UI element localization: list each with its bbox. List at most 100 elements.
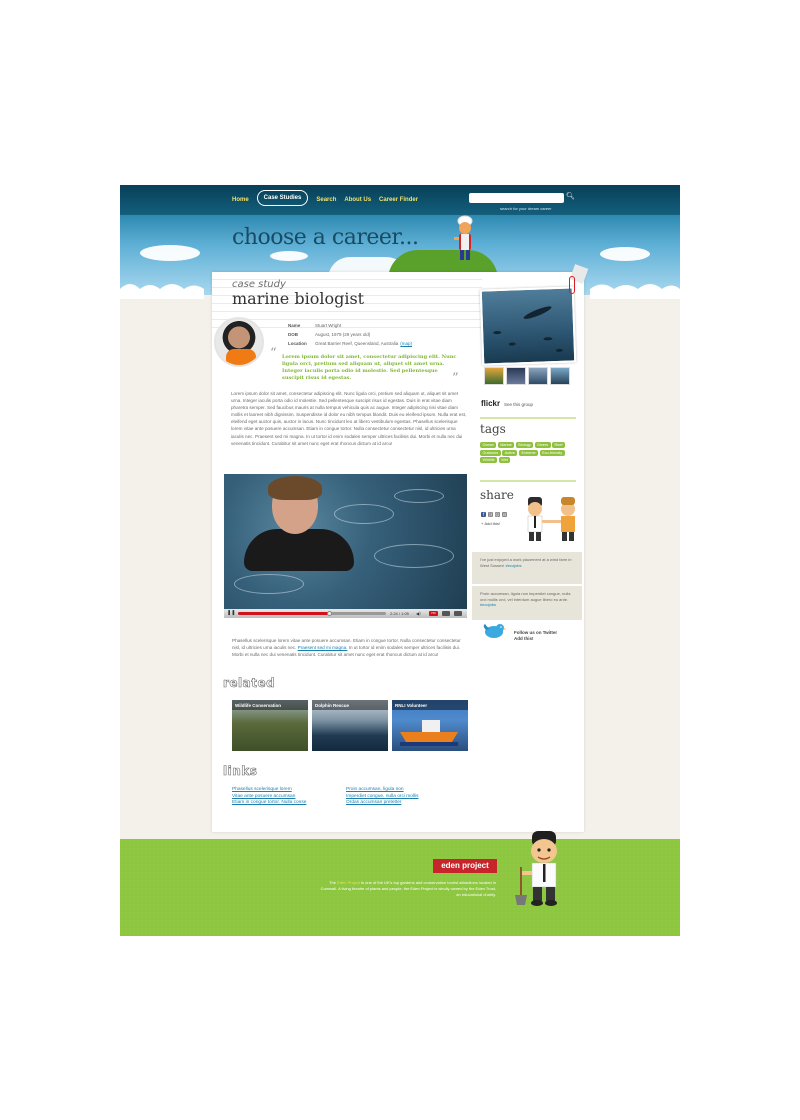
- eden-project-link[interactable]: Eden Project: [337, 880, 360, 885]
- swimmer-body: [244, 529, 354, 571]
- flickr-group-link[interactable]: See this group: [504, 402, 533, 407]
- share-icons: f )) ☺ ⊟: [481, 512, 507, 517]
- close-quote-icon: ”: [452, 371, 459, 386]
- nav-home[interactable]: Home: [232, 197, 249, 203]
- external-link[interactable]: Ordas accumsan pretetter: [346, 800, 419, 805]
- video-frame: [224, 474, 467, 610]
- tag[interactable]: Wildlife: [480, 457, 498, 463]
- related-card-label: Wildlife Conservation: [232, 700, 308, 710]
- fish-shape: [508, 342, 516, 346]
- underwater-photo: [481, 288, 575, 364]
- footer-text-a: The: [329, 880, 336, 885]
- related-card[interactable]: Dolphin Rescue: [312, 700, 388, 751]
- cloud-decoration: [140, 245, 200, 261]
- flickr-thumbnails: [484, 367, 570, 385]
- tweet-text: I've just enjoyed a work placement at a …: [480, 557, 572, 568]
- divider: [480, 417, 576, 419]
- video-scrubber[interactable]: [326, 611, 332, 616]
- twitter-bird-icon[interactable]: [482, 622, 506, 640]
- volume-icon[interactable]: ◀): [416, 611, 424, 616]
- links-column-2: Proin accumsan, ligula non Imperdiet con…: [346, 787, 419, 805]
- tag[interactable]: Ocean: [480, 442, 497, 448]
- inline-link[interactable]: Praesent sed mi magna.: [298, 645, 348, 650]
- page-headline: choose a career...: [232, 225, 419, 250]
- external-link[interactable]: Imperdiet congue, nulla orci mollis: [346, 794, 419, 799]
- popout-icon[interactable]: [442, 611, 450, 616]
- nav-career-finder[interactable]: Career Finder: [379, 197, 418, 203]
- flickr-main-photo[interactable]: [479, 286, 577, 366]
- delicious-icon[interactable]: ⊟: [502, 512, 507, 517]
- detail-row-dob: DOB August, 1979 (29 years old): [288, 332, 412, 341]
- tweet-text: Proin accumsan, ligula non imperdiet con…: [480, 591, 571, 602]
- search-caption: search for your dream career: [500, 206, 552, 211]
- body-paragraph: Lorem ipsum dolor sit amet, consectetur …: [231, 391, 467, 446]
- flickr-thumbnail[interactable]: [506, 367, 526, 385]
- tag[interactable]: Active: [502, 449, 518, 456]
- tags-heading: tags: [480, 422, 506, 436]
- water-ripple: [374, 544, 454, 568]
- body-paragraph-2: Phasellus scelerisque lorem vitae ante p…: [232, 637, 470, 658]
- external-link[interactable]: Vitae ante posuere accumsan: [232, 794, 306, 799]
- external-link[interactable]: Phasellus scelerisque lorem: [232, 787, 306, 792]
- page: Home Case Studies Search About Us Career…: [120, 185, 680, 936]
- detail-row-name: Name Stuart Wright: [288, 323, 412, 332]
- nav-about-us[interactable]: About Us: [344, 197, 371, 203]
- search-icon[interactable]: 🔍︎: [566, 192, 576, 202]
- paper-clip-icon: [569, 276, 575, 294]
- video-progress-bar[interactable]: [238, 611, 386, 616]
- nav-case-studies[interactable]: Case Studies: [256, 190, 309, 206]
- main-nav: Home Case Studies Search About Us Career…: [232, 190, 418, 206]
- external-link[interactable]: Etiam in congue tortor. Nulla conse: [232, 800, 306, 805]
- add-this-label: Add this!: [484, 521, 501, 526]
- external-link[interactable]: Proin accumsan, ligula non: [346, 787, 419, 792]
- flickr-thumbnail[interactable]: [550, 367, 570, 385]
- profile-details: Name Stuart Wright DOB August, 1979 (29 …: [288, 323, 412, 350]
- tweet-hashtag[interactable]: #ecojobs: [480, 602, 496, 607]
- flickr-thumbnail[interactable]: [484, 367, 504, 385]
- gardener-mascot-icon: [515, 831, 557, 906]
- add-this-link[interactable]: + Add this!: [481, 521, 500, 526]
- tag[interactable]: Divers: [534, 442, 551, 448]
- hd-button[interactable]: HD: [429, 611, 438, 616]
- rss-icon[interactable]: )): [488, 512, 493, 517]
- stumble-icon[interactable]: ☺: [495, 512, 500, 517]
- nav-search[interactable]: Search: [316, 197, 336, 203]
- open-quote-icon: “: [270, 346, 277, 361]
- detail-value: Great Barrier Reef, Queensland, Australi…: [315, 341, 399, 346]
- tweet-hashtag[interactable]: #ecojobs: [506, 563, 522, 568]
- search-input[interactable]: [469, 193, 564, 203]
- builder-mascot-icon: [454, 215, 473, 260]
- divider: [480, 480, 576, 482]
- facebook-icon[interactable]: f: [481, 512, 486, 517]
- twitter-add-label: Add this!: [514, 636, 534, 641]
- video-player[interactable]: ❚❚ 2:24 / 1:05 ◀) HD: [224, 474, 467, 618]
- related-card[interactable]: RNLI Volunteer: [392, 700, 468, 751]
- fullscreen-icon[interactable]: [454, 611, 462, 616]
- tag[interactable]: Biology: [515, 442, 534, 448]
- pause-icon[interactable]: ❚❚: [227, 611, 235, 616]
- eden-project-logo[interactable]: eden project: [433, 859, 497, 873]
- vest-shape: [226, 349, 256, 365]
- tag[interactable]: Extreme: [518, 449, 539, 456]
- cloud-decoration: [270, 251, 308, 261]
- fish-shape: [543, 337, 553, 341]
- detail-label: DOB: [288, 332, 298, 337]
- related-card[interactable]: Wildlife Conservation: [232, 700, 308, 751]
- tag[interactable]: Outdoors: [480, 449, 501, 456]
- tag[interactable]: Marine: [497, 442, 515, 448]
- links-column-1: Phasellus scelerisque lorem Vitae ante p…: [232, 787, 306, 805]
- detail-label: Name: [288, 323, 301, 328]
- shark-shape: [522, 304, 553, 322]
- flickr-thumbnail[interactable]: [528, 367, 548, 385]
- footer-text: The Eden Project is one of the UK's top …: [316, 880, 496, 897]
- detail-row-location: Location Great Barrier Reef, Queensland,…: [288, 341, 412, 350]
- map-link[interactable]: (map): [400, 341, 412, 350]
- related-card-label: RNLI Volunteer: [392, 700, 468, 710]
- tag[interactable]: Reef: [552, 442, 566, 448]
- water-ripple: [334, 504, 394, 524]
- cloud-decoration: [600, 247, 650, 261]
- tag[interactable]: Eco-friendly: [539, 449, 565, 456]
- tag[interactable]: Wet: [498, 457, 511, 463]
- footer: eden project The Eden Project is one of …: [120, 831, 680, 936]
- twitter-follow[interactable]: Follow us on Twitter Add this!: [514, 630, 557, 642]
